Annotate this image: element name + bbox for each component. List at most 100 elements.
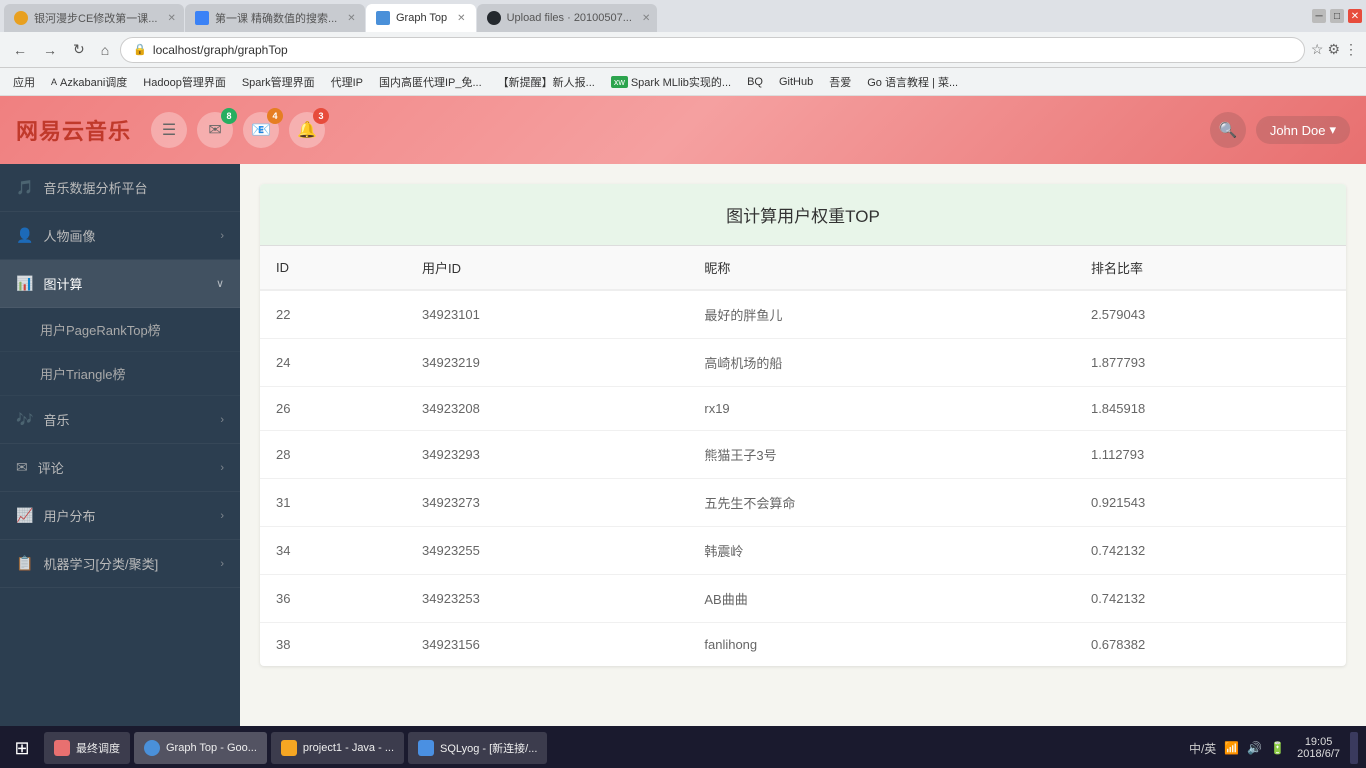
refresh-button[interactable]: ↻ <box>68 39 90 60</box>
main-layout: 🎵 音乐数据分析平台 👤 人物画像 › 📊 图计算 ∨ 用户PageRankTo… <box>0 164 1366 726</box>
bookmark-star-icon[interactable]: ☆ <box>1311 41 1324 58</box>
bookmark-github[interactable]: GitHub <box>772 73 820 91</box>
taskbar-item-0[interactable]: 最终调度 <box>44 732 130 764</box>
cell-ratio-0: 2.579043 <box>1075 290 1346 339</box>
sidebar-item-portrait[interactable]: 👤 人物画像 › <box>0 212 240 260</box>
cell-userid-5: 34923255 <box>406 527 688 575</box>
cell-id-1: 24 <box>260 339 406 387</box>
cell-nickname-1: 高崎机场的船 <box>688 339 1075 387</box>
taskbar-item-2[interactable]: project1 - Java - ... <box>271 732 404 764</box>
header-icons: ☰ ✉ 8 📧 4 🔔 3 <box>151 112 325 148</box>
bookmark-spark[interactable]: Spark管理界面 <box>235 71 322 93</box>
menu-icon-btn[interactable]: ☰ <box>151 112 187 148</box>
sys-battery-icon[interactable]: 🔋 <box>1268 741 1287 755</box>
tab-2-favicon <box>195 11 209 25</box>
sidebar-sub-pagerank[interactable]: 用户PageRankTop榜 <box>0 308 240 352</box>
home-button[interactable]: ⌂ <box>96 40 114 60</box>
user-dropdown-icon: ▾ <box>1329 122 1336 138</box>
sidebar-item-music[interactable]: 🎶 音乐 › <box>0 396 240 444</box>
cell-nickname-6: AB曲曲 <box>688 575 1075 623</box>
sidebar-item-music-platform[interactable]: 🎵 音乐数据分析平台 <box>0 164 240 212</box>
sidebar-item-graph-calc[interactable]: 📊 图计算 ∨ <box>0 260 240 308</box>
tab-3[interactable]: Graph Top ✕ <box>366 4 476 32</box>
table-row: 31 34923273 五先生不会算命 0.921543 <box>260 479 1346 527</box>
music-chevron-icon: › <box>220 414 224 426</box>
bell-icon-btn[interactable]: 🔔 3 <box>289 112 325 148</box>
close-button[interactable]: ✕ <box>1348 9 1362 23</box>
url-box[interactable]: 🔒 localhost/graph/graphTop <box>120 37 1305 63</box>
window-controls: ─ □ ✕ <box>1312 9 1362 23</box>
sys-language-icon[interactable]: 中/英 <box>1187 740 1218 757</box>
sidebar-item-ml[interactable]: 📋 机器学习[分类/聚类] › <box>0 540 240 588</box>
portrait-icon: 👤 <box>16 227 33 244</box>
taskbar: ⊞ 最终调度 Graph Top - Goo... project1 - Jav… <box>0 728 1366 768</box>
sidebar-comment-label: 评论 <box>38 458 64 477</box>
sys-volume-icon[interactable]: 🔊 <box>1245 741 1264 755</box>
cell-id-2: 26 <box>260 387 406 431</box>
col-userid: 用户ID <box>406 246 688 290</box>
cell-ratio-2: 1.845918 <box>1075 387 1346 431</box>
cell-id-5: 34 <box>260 527 406 575</box>
cell-id-6: 36 <box>260 575 406 623</box>
taskbar-icon-3 <box>418 740 434 756</box>
tab-1[interactable]: 银河漫步CE修改第一课... ✕ <box>4 4 184 32</box>
bookmark-new[interactable]: 【新提醒】新人报... <box>491 71 602 93</box>
ml-chevron-icon: › <box>220 558 224 570</box>
sidebar: 🎵 音乐数据分析平台 👤 人物画像 › 📊 图计算 ∨ 用户PageRankTo… <box>0 164 240 726</box>
bookmark-go[interactable]: Go 语言教程 | 菜... <box>860 71 965 93</box>
start-button[interactable]: ⊞ <box>4 730 40 766</box>
sys-network-icon[interactable]: 📶 <box>1222 741 1241 755</box>
bookmark-wuai-label: 吾爱 <box>829 74 851 90</box>
sidebar-item-user-dist[interactable]: 📈 用户分布 › <box>0 492 240 540</box>
mail-icon-btn[interactable]: ✉ 8 <box>197 112 233 148</box>
cell-id-3: 28 <box>260 431 406 479</box>
envelope-icon-btn[interactable]: 📧 4 <box>243 112 279 148</box>
extension-icon[interactable]: ⚙ <box>1327 41 1340 58</box>
sidebar-sub-triangle[interactable]: 用户Triangle榜 <box>0 352 240 396</box>
taskbar-system: 中/英 📶 🔊 🔋 19:05 2018/6/7 <box>1187 732 1362 764</box>
taskbar-item-1[interactable]: Graph Top - Goo... <box>134 732 267 764</box>
forward-button[interactable]: → <box>38 40 62 60</box>
sidebar-item-comment[interactable]: ✉ 评论 › <box>0 444 240 492</box>
bookmark-hadoop[interactable]: Hadoop管理界面 <box>136 71 233 93</box>
cell-ratio-4: 0.921543 <box>1075 479 1346 527</box>
cell-nickname-3: 熊猫王子3号 <box>688 431 1075 479</box>
menu-icon: ☰ <box>162 120 176 140</box>
cell-nickname-5: 韩震岭 <box>688 527 1075 575</box>
bookmark-proxy2[interactable]: 国内高匿代理IP_免... <box>372 71 489 93</box>
tab-1-close[interactable]: ✕ <box>167 13 175 24</box>
taskbar-label-3: SQLyog - [新连接/... <box>440 740 537 756</box>
taskbar-item-3[interactable]: SQLyog - [新连接/... <box>408 732 547 764</box>
tab-3-close[interactable]: ✕ <box>457 13 465 24</box>
search-button[interactable]: 🔍 <box>1210 112 1246 148</box>
taskbar-clock[interactable]: 19:05 2018/6/7 <box>1291 736 1346 760</box>
mail-badge: 8 <box>221 108 237 124</box>
tab-4[interactable]: Upload files · 20100507... ✕ <box>477 4 657 32</box>
menu-dots-icon[interactable]: ⋮ <box>1344 41 1358 58</box>
bookmark-bq[interactable]: BQ <box>740 73 770 91</box>
back-button[interactable]: ← <box>8 40 32 60</box>
user-dist-icon: 📈 <box>16 507 33 524</box>
search-icon: 🔍 <box>1218 121 1237 139</box>
graph-calc-chevron-icon: ∨ <box>216 277 224 290</box>
bookmark-apps-label: 应用 <box>13 74 35 90</box>
cell-id-4: 31 <box>260 479 406 527</box>
bookmark-azkabani[interactable]: A Azkabani调度 <box>44 71 134 93</box>
sidebar-music-platform-label: 音乐数据分析平台 <box>43 178 147 197</box>
bookmark-proxy[interactable]: 代理IP <box>324 71 370 93</box>
tab-2-close[interactable]: ✕ <box>347 13 355 24</box>
tab-2[interactable]: 第一课 精确数值的搜索... ✕ <box>185 4 365 32</box>
tab-2-label: 第一课 精确数值的搜索... <box>215 10 337 26</box>
cell-userid-2: 34923208 <box>406 387 688 431</box>
user-menu-button[interactable]: John Doe ▾ <box>1256 116 1350 144</box>
tab-4-close[interactable]: ✕ <box>642 13 650 24</box>
bookmark-spark-label: Spark管理界面 <box>242 74 315 90</box>
bookmark-wuai[interactable]: 吾爱 <box>822 71 858 93</box>
sidebar-portrait-label: 人物画像 <box>43 226 95 245</box>
maximize-button[interactable]: □ <box>1330 9 1344 23</box>
minimize-button[interactable]: ─ <box>1312 9 1326 23</box>
show-desktop-button[interactable] <box>1350 732 1358 764</box>
bookmark-apps[interactable]: 应用 <box>6 71 42 93</box>
graph-calc-icon: 📊 <box>16 275 33 292</box>
bookmark-sparkml[interactable]: xw Spark MLlib实现的... <box>604 71 738 93</box>
